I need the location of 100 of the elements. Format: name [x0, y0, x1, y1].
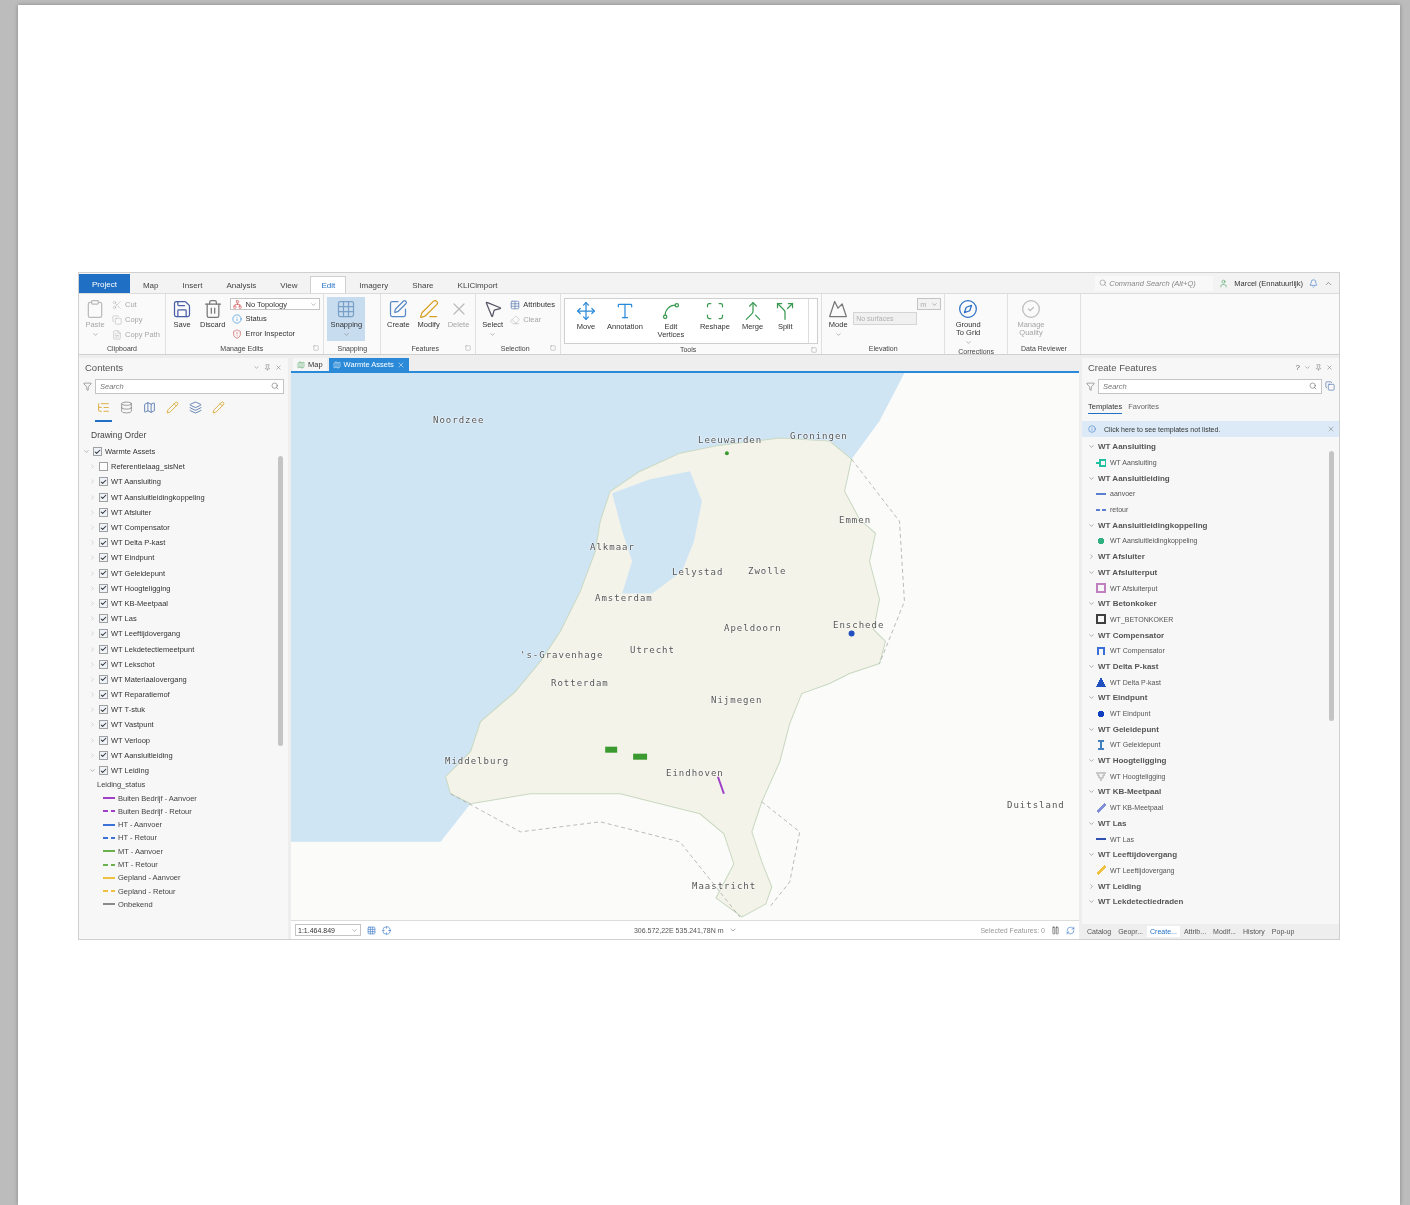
ribbon-tab[interactable]: View — [269, 276, 309, 293]
expand-arrow[interactable] — [1088, 568, 1095, 576]
checkbox[interactable] — [99, 659, 108, 669]
ribbon-tab[interactable]: Analysis — [215, 276, 268, 293]
expand-arrow[interactable] — [1088, 694, 1095, 702]
expand-arrow[interactable] — [89, 539, 96, 547]
expand-arrow[interactable] — [89, 691, 96, 699]
copy-icon — [1325, 381, 1335, 391]
checkbox[interactable] — [99, 583, 108, 593]
group-name[interactable]: WT Aansluitleidingkoppeling — [1098, 520, 1208, 530]
expand-arrow[interactable] — [89, 767, 96, 775]
ribbon-tab[interactable]: Project — [79, 274, 130, 293]
group-name[interactable]: WT Las — [1098, 818, 1127, 828]
expand-arrow[interactable] — [1088, 474, 1095, 482]
expand-arrow[interactable] — [89, 478, 96, 486]
checkbox[interactable] — [93, 447, 102, 457]
group-name[interactable]: WT Lekdetectiedraden — [1098, 897, 1184, 907]
group-name[interactable]: WT Hoogteligging — [1098, 756, 1167, 766]
expand-arrow[interactable] — [89, 615, 96, 623]
group-name[interactable]: WT Geleidepunt — [1098, 724, 1159, 734]
view-tab[interactable] — [95, 400, 112, 422]
expanded-icon — [83, 448, 90, 456]
checkbox[interactable] — [99, 598, 108, 608]
expand-arrow[interactable] — [89, 706, 96, 714]
group-name[interactable]: WT Leiding — [1098, 881, 1142, 891]
checkbox[interactable] — [99, 705, 108, 715]
expanded-icon — [1088, 788, 1095, 796]
place-label: Zwolle — [748, 566, 787, 576]
expand-arrow[interactable] — [89, 493, 96, 501]
expand-arrow[interactable] — [89, 554, 96, 562]
expand-arrow[interactable] — [1088, 788, 1095, 796]
place-label: Lelystad — [672, 567, 724, 577]
checkbox[interactable] — [99, 538, 108, 548]
close-icon — [1326, 363, 1333, 371]
checkbox[interactable] — [99, 523, 108, 533]
expand-arrow[interactable] — [89, 524, 96, 532]
checkbox[interactable] — [99, 553, 108, 563]
expand-arrow[interactable] — [83, 448, 90, 456]
group-name[interactable]: WT Aansluitleiding — [1098, 473, 1170, 483]
group-name[interactable]: WT Afsluiterput — [1098, 567, 1158, 577]
expand-arrow[interactable] — [1088, 725, 1095, 733]
ribbon-tab[interactable]: Edit — [310, 276, 347, 293]
checkbox[interactable] — [99, 629, 108, 639]
checkbox[interactable] — [99, 750, 108, 760]
checkbox[interactable] — [99, 568, 108, 578]
checkbox[interactable] — [99, 507, 108, 517]
expand-arrow[interactable] — [1088, 553, 1095, 561]
expand-arrow[interactable] — [1088, 662, 1095, 670]
pin-icon — [1315, 363, 1322, 371]
expand-arrow[interactable] — [89, 508, 96, 516]
expand-arrow[interactable] — [89, 721, 96, 729]
expand-arrow[interactable] — [89, 675, 96, 683]
info-icon — [1088, 425, 1096, 433]
checkbox[interactable] — [99, 614, 108, 624]
group-name[interactable]: WT Compensator — [1098, 630, 1165, 640]
expand-arrow[interactable] — [1088, 443, 1095, 451]
checkbox[interactable] — [99, 492, 108, 502]
table-icon — [510, 299, 521, 310]
checkbox[interactable] — [99, 644, 108, 654]
expand-arrow[interactable] — [1088, 819, 1095, 827]
ribbon-tab[interactable]: KLICimport — [446, 276, 509, 293]
expand-arrow[interactable] — [89, 736, 96, 744]
group-name[interactable]: WT KB-Meetpaal — [1098, 787, 1162, 797]
group-name[interactable]: WT Betonkoker — [1098, 599, 1157, 609]
checkbox[interactable] — [99, 766, 108, 776]
checkbox[interactable] — [99, 720, 108, 730]
group-name[interactable]: WT Leeftijdovergang — [1098, 850, 1178, 860]
expand-arrow[interactable] — [89, 584, 96, 592]
ribbon-tab[interactable]: Map — [131, 276, 170, 293]
expand-arrow[interactable] — [89, 569, 96, 577]
checkbox[interactable] — [99, 674, 108, 684]
group-name[interactable]: WT Delta P-kast — [1098, 661, 1159, 671]
eraser-icon — [510, 314, 521, 325]
checkbox[interactable] — [99, 735, 108, 745]
ribbon-tab[interactable]: Share — [401, 276, 445, 293]
group-name[interactable]: WT Aansluiting — [1098, 442, 1156, 452]
expand-arrow[interactable] — [89, 645, 96, 653]
checkbox[interactable] — [99, 462, 108, 472]
expand-arrow[interactable] — [1088, 631, 1095, 639]
expand-arrow[interactable] — [89, 630, 96, 638]
ribbon-tab[interactable]: Imagery — [348, 276, 400, 293]
expanded-icon — [1088, 600, 1095, 608]
expand-arrow[interactable] — [89, 599, 96, 607]
expand-arrow[interactable] — [89, 463, 96, 471]
group-name[interactable]: WT Afsluiter — [1098, 552, 1145, 562]
expand-arrow[interactable] — [1088, 600, 1095, 608]
panel-title: Create Features — [1088, 361, 1157, 373]
ribbon-tab[interactable]: Insert — [171, 276, 214, 293]
help-mark[interactable]: ? — [1295, 362, 1300, 372]
checkbox[interactable] — [99, 477, 108, 487]
expand-arrow[interactable] — [89, 751, 96, 759]
expand-arrow[interactable] — [1088, 882, 1095, 890]
expand-arrow[interactable] — [1088, 757, 1095, 765]
expand-arrow[interactable] — [1088, 898, 1095, 906]
group-name[interactable]: WT Eindpunt — [1098, 693, 1148, 703]
expand-arrow[interactable] — [1088, 521, 1095, 529]
expand-arrow[interactable] — [89, 660, 96, 668]
checkbox[interactable] — [99, 690, 108, 700]
expand-arrow[interactable] — [1088, 851, 1095, 859]
place-label: Nijmegen — [711, 695, 763, 705]
